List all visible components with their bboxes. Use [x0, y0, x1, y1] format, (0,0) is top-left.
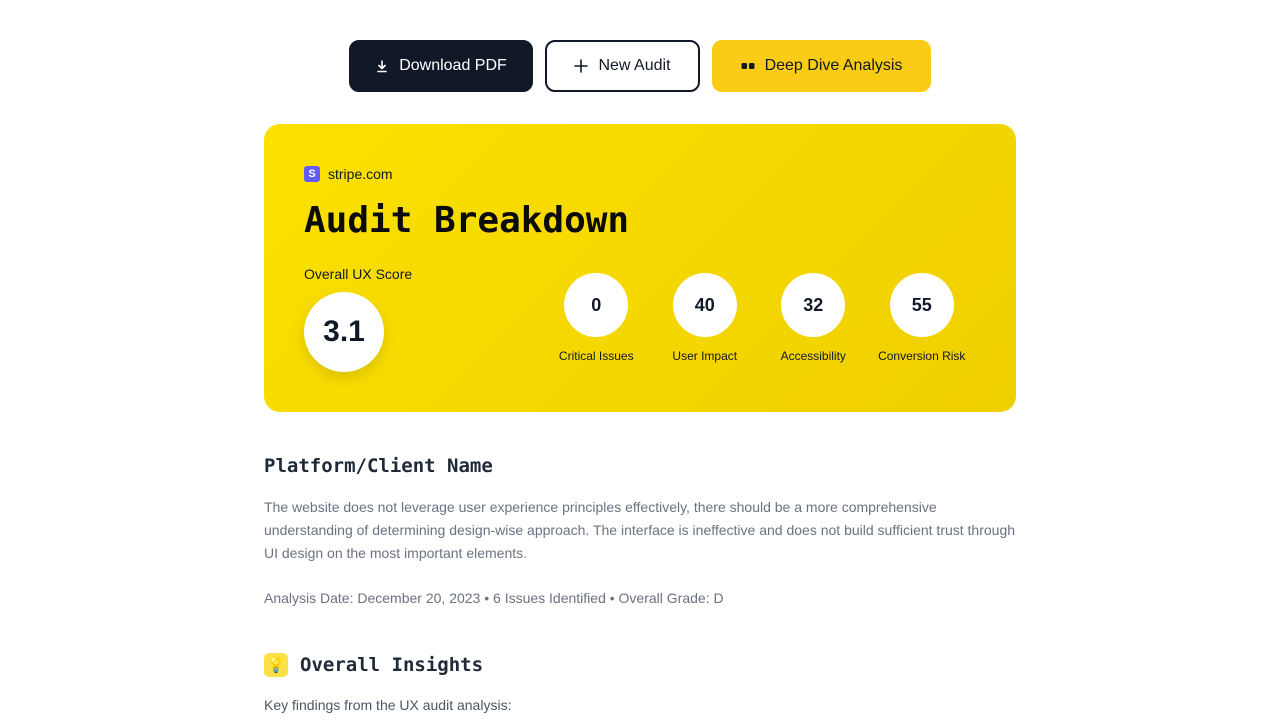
analysis-meta: Analysis Date: December 20, 2023 • 6 Iss…	[264, 590, 1016, 606]
metric-accessibility: 32 Accessibility	[759, 273, 868, 363]
summary-body: The website does not leverage user exper…	[264, 496, 1016, 565]
analysis-meta-text: Analysis Date: December 20, 2023 • 6 Iss…	[264, 590, 724, 606]
deep-dive-label: Deep Dive Analysis	[764, 57, 903, 74]
summary-paragraph: The website does not leverage user exper…	[264, 499, 1016, 561]
new-audit-label: New Audit	[598, 57, 671, 74]
domain-row: S stripe.com	[304, 164, 976, 184]
insights-header: 💡 Overall Insights	[264, 653, 1016, 677]
page-title: Audit Breakdown	[304, 200, 630, 241]
metric-value: 40	[672, 273, 737, 337]
summary-section: Platform/Client Name	[264, 455, 1016, 477]
overall-score-value: 3.1	[304, 292, 384, 372]
insights-heading: Overall Insights	[300, 654, 484, 676]
metric-critical-issues: 0 Critical Issues	[542, 273, 651, 363]
overall-score-label: Overall UX Score	[304, 266, 413, 282]
glasses-icon	[741, 59, 755, 73]
download-pdf-label: Download PDF	[399, 57, 507, 74]
metric-value: 55	[889, 273, 954, 337]
insights-subtitle-text: Key findings from the UX audit analysis:	[264, 697, 512, 713]
metric-label: Critical Issues	[558, 349, 634, 363]
metric-label: Accessibility	[780, 349, 846, 363]
metric-user-impact: 40 User Impact	[651, 273, 760, 363]
new-audit-button[interactable]: New Audit	[545, 40, 700, 92]
client-name-heading: Platform/Client Name	[264, 455, 493, 477]
download-pdf-button[interactable]: Download PDF	[349, 40, 533, 92]
metric-value: 32	[781, 273, 846, 337]
metric-conversion-risk: 55 Conversion Risk	[868, 273, 977, 363]
metric-value: 0	[564, 273, 629, 337]
insights-section: 💡 Overall Insights	[264, 653, 1016, 677]
download-icon	[375, 59, 389, 73]
metric-label: User Impact	[672, 349, 738, 363]
stripe-logo-icon: S	[304, 166, 320, 182]
deep-dive-analysis-button[interactable]: Deep Dive Analysis	[712, 40, 931, 92]
metrics-group: 0 Critical Issues 40 User Impact 32 Acce…	[542, 273, 976, 363]
plus-icon	[574, 59, 589, 73]
action-toolbar: Download PDF New Audit Deep Dive Analysi…	[0, 40, 1280, 92]
metric-label: Conversion Risk	[878, 349, 966, 363]
domain-name: stripe.com	[328, 166, 393, 182]
insights-subtitle: Key findings from the UX audit analysis:	[264, 697, 1016, 713]
audit-hero-card: S stripe.com Audit Breakdown Overall UX …	[264, 124, 1016, 412]
lightbulb-icon: 💡	[264, 653, 288, 677]
